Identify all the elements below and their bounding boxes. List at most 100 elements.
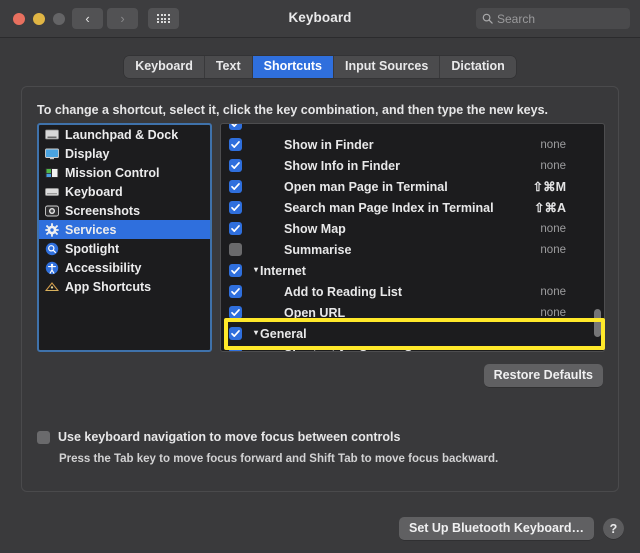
row-checkbox[interactable] — [229, 285, 242, 298]
search-icon — [482, 13, 493, 24]
row-checkbox[interactable] — [229, 201, 242, 214]
row-label: Summarise — [284, 242, 352, 257]
group-label: ▾ General — [254, 327, 307, 341]
table-row-group[interactable]: ▾ General — [221, 323, 604, 344]
sidebar-item-label: Spotlight — [65, 241, 120, 256]
sidebar-item-spotlight[interactable]: Spotlight — [39, 239, 210, 258]
sidebar-item-label: Mission Control — [65, 165, 160, 180]
row-shortcut[interactable]: none — [540, 139, 566, 151]
table-row[interactable]: Show in Finder none — [221, 134, 604, 155]
row-shortcut[interactable]: none — [540, 160, 566, 172]
row-checkbox[interactable] — [229, 159, 242, 172]
keyboard-preferences-window: ‹ › Keyboard Search Keyboard Text Shortc… — [0, 0, 640, 553]
group-title: Internet — [260, 263, 306, 278]
tab-input-sources[interactable]: Input Sources — [334, 56, 441, 78]
row-checkbox[interactable] — [229, 306, 242, 319]
shortcut-lists: Launchpad & Dock Display Mission Control… — [37, 123, 605, 352]
sidebar-item-accessibility[interactable]: Accessibility — [39, 258, 210, 277]
chevron-down-icon[interactable]: ▾ — [254, 328, 258, 337]
keyboard-navigation-checkbox[interactable] — [37, 431, 50, 444]
row-checkbox[interactable] — [229, 222, 242, 235]
row-checkbox[interactable] — [229, 264, 242, 277]
row-shortcut[interactable]: none — [540, 223, 566, 235]
sidebar-item-app-shortcuts[interactable]: App Shortcuts — [39, 277, 210, 296]
setup-bluetooth-keyboard-button[interactable]: Set Up Bluetooth Keyboard… — [398, 517, 594, 540]
row-label: Show Info in Finder — [284, 158, 400, 173]
chevron-down-icon[interactable]: ▾ — [254, 265, 258, 274]
group-title: General — [260, 326, 307, 341]
row-shortcut[interactable]: ⇧⌘A — [534, 200, 566, 215]
table-row-highlighted[interactable]: Shortcut for Screen Saver none — [221, 344, 604, 352]
search-field[interactable]: Search — [476, 8, 630, 29]
sidebar-item-label: App Shortcuts — [65, 279, 152, 294]
category-list[interactable]: Launchpad & Dock Display Mission Control… — [37, 123, 212, 352]
row-label: Open man Page in Terminal — [284, 179, 448, 194]
row-checkbox[interactable] — [229, 124, 242, 130]
app-shortcuts-icon — [44, 280, 59, 294]
row-label: Add to Reading List — [284, 284, 403, 299]
row-shortcut[interactable]: none — [540, 244, 566, 256]
table-row[interactable]: Open URL none — [221, 302, 604, 323]
mission-control-icon — [44, 166, 59, 180]
row-checkbox[interactable] — [229, 327, 242, 340]
sidebar-item-launchpad-dock[interactable]: Launchpad & Dock — [39, 125, 210, 144]
sidebar-item-services[interactable]: Services — [39, 220, 210, 239]
sidebar-item-label: Services — [65, 222, 117, 237]
row-checkbox[interactable] — [229, 348, 242, 351]
spotlight-icon — [44, 242, 59, 256]
sidebar-item-screenshots[interactable]: Screenshots — [39, 201, 210, 220]
keyboard-navigation-label: Use keyboard navigation to move focus be… — [58, 430, 401, 444]
tab-keyboard[interactable]: Keyboard — [124, 56, 205, 78]
row-checkbox[interactable] — [229, 243, 242, 256]
tab-shortcuts[interactable]: Shortcuts — [252, 56, 334, 78]
search-placeholder: Search — [497, 11, 536, 26]
row-shortcut[interactable]: none — [540, 349, 566, 352]
help-button[interactable]: ? — [603, 518, 624, 539]
keyboard-navigation-note: Press the Tab key to move focus forward … — [59, 453, 499, 465]
row-checkbox[interactable] — [229, 138, 242, 151]
instruction-text: To change a shortcut, select it, click t… — [37, 103, 549, 117]
keyboard-navigation-option[interactable]: Use keyboard navigation to move focus be… — [37, 430, 400, 444]
sidebar-item-keyboard[interactable]: Keyboard — [39, 182, 210, 201]
row-label: Shortcut for Screen Saver — [284, 348, 438, 352]
services-gear-icon — [44, 222, 59, 237]
row-shortcut[interactable]: ⇧⌘M — [533, 179, 566, 194]
shortcut-list[interactable]: Show in Finder none Show Info in Finder … — [220, 123, 605, 352]
scrollbar-thumb[interactable] — [594, 309, 601, 337]
table-row[interactable]: Open man Page in Terminal ⇧⌘M — [221, 176, 604, 197]
tab-dictation[interactable]: Dictation — [440, 56, 515, 78]
sidebar-item-label: Accessibility — [65, 260, 142, 275]
table-row[interactable]: Summarise none — [221, 239, 604, 260]
row-label: Search man Page Index in Terminal — [284, 200, 494, 215]
table-row-group[interactable]: ▾ Internet — [221, 260, 604, 281]
keyboard-icon — [44, 185, 59, 199]
row-checkbox[interactable] — [229, 180, 242, 193]
table-row[interactable] — [221, 124, 604, 134]
sidebar-item-label: Display — [65, 146, 110, 161]
sidebar-item-label: Screenshots — [65, 203, 141, 218]
table-row[interactable]: Add to Reading List none — [221, 281, 604, 302]
shortcuts-pane: To change a shortcut, select it, click t… — [21, 86, 619, 492]
screenshots-icon — [44, 204, 59, 218]
preference-tabbar: Keyboard Text Shortcuts Input Sources Di… — [0, 56, 640, 78]
row-label: Show Map — [284, 221, 346, 236]
launchpad-dock-icon — [44, 128, 59, 142]
row-label: Open URL — [284, 305, 346, 320]
sidebar-item-display[interactable]: Display — [39, 144, 210, 163]
display-icon — [44, 147, 59, 161]
accessibility-icon — [44, 261, 59, 275]
list-scrollbar[interactable] — [594, 128, 601, 347]
table-row[interactable]: Search man Page Index in Terminal ⇧⌘A — [221, 197, 604, 218]
sidebar-item-label: Keyboard — [65, 184, 123, 199]
sidebar-item-label: Launchpad & Dock — [65, 127, 179, 142]
sidebar-item-mission-control[interactable]: Mission Control — [39, 163, 210, 182]
window-titlebar: ‹ › Keyboard Search — [0, 0, 640, 38]
row-shortcut[interactable]: none — [540, 307, 566, 319]
tab-text[interactable]: Text — [205, 56, 253, 78]
table-row[interactable]: Show Info in Finder none — [221, 155, 604, 176]
row-shortcut[interactable]: none — [540, 286, 566, 298]
table-row[interactable]: Show Map none — [221, 218, 604, 239]
restore-defaults-button[interactable]: Restore Defaults — [483, 364, 603, 387]
group-label: ▾ Internet — [254, 264, 306, 278]
window-footer: Set Up Bluetooth Keyboard… ? — [398, 517, 624, 540]
